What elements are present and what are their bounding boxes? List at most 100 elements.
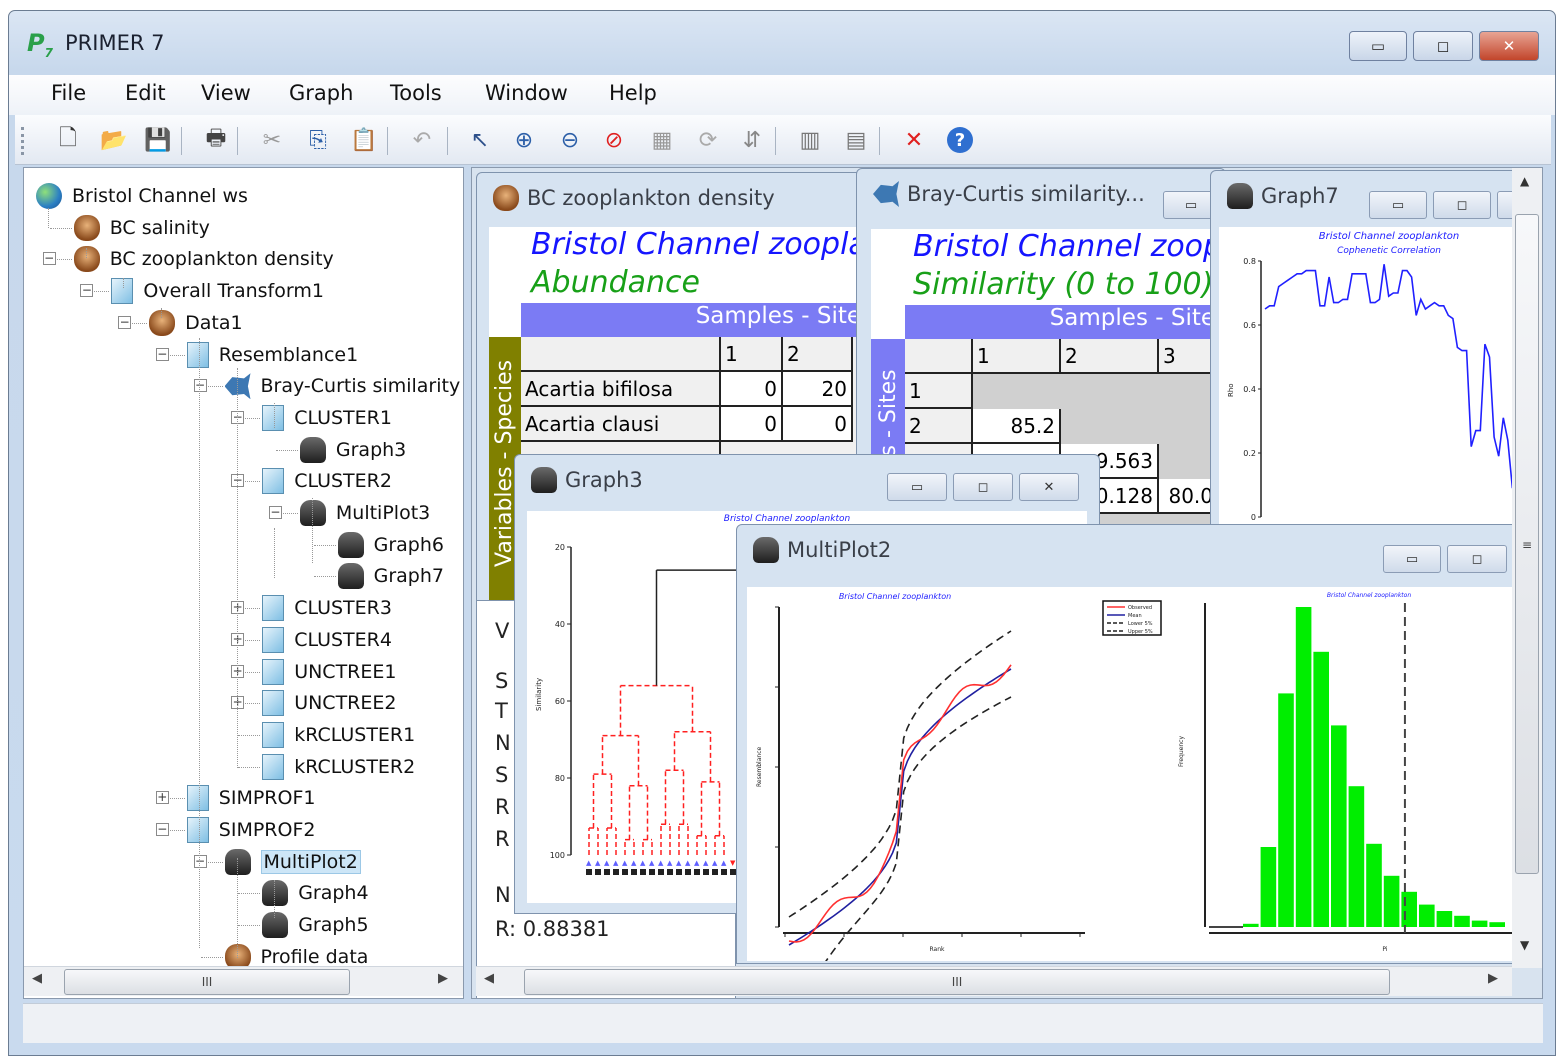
scroll-left-arrow[interactable]: ◀ <box>32 971 42 986</box>
grid-cell[interactable] <box>905 339 973 374</box>
print-button[interactable]: 🖶 <box>199 123 233 157</box>
zoom-in-button[interactable]: ⊕ <box>507 123 541 157</box>
tree-item[interactable]: Graph5 <box>262 910 369 940</box>
tree-item[interactable]: MultiPlot2 <box>224 847 361 877</box>
grid-cell[interactable]: 2 <box>1061 339 1159 374</box>
tree-item[interactable]: MultiPlot3 <box>299 498 430 528</box>
grid-cell[interactable]: 1 <box>721 337 783 372</box>
zoom-out-button[interactable]: ⊖ <box>553 123 587 157</box>
toolbar-grip[interactable] <box>21 127 24 155</box>
rotate-button[interactable]: ⟳ <box>691 123 725 157</box>
variable-stats-button[interactable]: ▤ <box>839 123 873 157</box>
expand-icon[interactable]: + <box>231 632 245 646</box>
grid-cell[interactable]: 20 <box>783 372 853 407</box>
menu-window[interactable]: Window <box>485 81 568 105</box>
pointer-button[interactable]: ↖ <box>463 123 497 157</box>
save-button[interactable]: 💾 <box>141 123 175 157</box>
scroll-right-arrow[interactable]: ▶ <box>1488 971 1498 986</box>
close-button[interactable]: ✕ <box>1479 31 1539 61</box>
tree-item[interactable]: Graph6 <box>337 530 444 560</box>
undo-button[interactable]: ↶ <box>405 123 439 157</box>
minimize-button[interactable]: ▭ <box>1349 31 1407 61</box>
sample-stats-button[interactable]: ▥ <box>793 123 827 157</box>
collapse-icon[interactable]: − <box>42 252 56 266</box>
select-area-button[interactable]: ▦ <box>645 123 679 157</box>
close-button[interactable]: ✕ <box>1019 473 1079 501</box>
maximize-button[interactable]: ◻ <box>953 473 1013 501</box>
grid-cell[interactable]: 0 <box>721 372 783 407</box>
menu-view[interactable]: View <box>201 81 251 105</box>
grid-cell[interactable]: 2 <box>783 337 853 372</box>
tree-item[interactable]: UNCTREE1 <box>262 657 396 687</box>
expand-icon[interactable]: + <box>231 664 245 678</box>
tree-item[interactable]: SIMPROF2 <box>186 815 316 845</box>
expand-icon[interactable]: + <box>155 791 169 805</box>
help-button[interactable]: ? <box>943 123 977 157</box>
collapse-icon[interactable]: − <box>231 474 245 488</box>
tree-item[interactable]: BC zooplankton density <box>73 244 334 274</box>
tree-item[interactable]: CLUSTER3 <box>262 593 392 623</box>
grid-cell[interactable] <box>521 337 721 372</box>
tree-item[interactable]: Overall Transform1 <box>111 276 324 306</box>
menu-tools[interactable]: Tools <box>390 81 442 105</box>
tree-item[interactable]: Data1 <box>149 308 243 338</box>
zoom-reset-button[interactable]: ⊘ <box>597 123 631 157</box>
collapse-icon[interactable]: − <box>155 823 169 836</box>
scroll-thumb[interactable]: III <box>64 969 350 995</box>
scroll-left-arrow[interactable]: ◀ <box>484 971 494 986</box>
scroll-right-arrow[interactable]: ▶ <box>438 971 448 986</box>
collapse-icon[interactable]: − <box>268 506 282 519</box>
tree-item[interactable]: Graph3 <box>299 435 406 465</box>
tree-item[interactable]: Resemblance1 <box>186 340 358 370</box>
grid-cell[interactable]: Acartia clausi <box>521 407 721 442</box>
mdi-horizontal-scrollbar[interactable]: ◀ III ▶ <box>476 966 1512 996</box>
maximize-button[interactable]: ◻ <box>1413 31 1473 61</box>
open-button[interactable]: 📂 <box>97 123 131 157</box>
tree-item[interactable]: Bray-Curtis similarity <box>224 371 460 401</box>
scroll-up-arrow[interactable]: ▲ <box>1520 174 1529 188</box>
tree-item[interactable]: Bristol Channel ws <box>36 181 248 211</box>
grid-cell[interactable]: 85.2 <box>973 409 1061 444</box>
menu-edit[interactable]: Edit <box>125 81 166 105</box>
menu-help[interactable]: Help <box>609 81 657 105</box>
menu-graph[interactable]: Graph <box>289 81 353 105</box>
tree-item[interactable]: kRCLUSTER1 <box>262 720 415 750</box>
mdi-vertical-scrollbar[interactable]: ▲ ≡ ▼ <box>1512 168 1542 968</box>
scroll-thumb[interactable]: III <box>524 969 1390 995</box>
collapse-icon[interactable]: − <box>193 854 207 868</box>
grid-cell[interactable]: 1 <box>973 339 1061 374</box>
expand-icon[interactable]: + <box>231 601 245 615</box>
minimize-button[interactable]: ▭ <box>1383 545 1441 573</box>
scroll-thumb[interactable]: ≡ <box>1515 214 1539 874</box>
tree-item[interactable]: CLUSTER1 <box>262 403 392 433</box>
grid-cell[interactable]: 2 <box>905 409 973 444</box>
minimize-button[interactable]: ▭ <box>1369 191 1427 219</box>
maximize-button[interactable]: ◻ <box>1447 545 1507 573</box>
grid-cell[interactable]: Acartia bifilosa <box>521 372 721 407</box>
cut-button[interactable]: ✂ <box>255 123 289 157</box>
copy-button[interactable]: ⎘ <box>301 123 335 157</box>
maximize-button[interactable]: ◻ <box>1433 191 1491 219</box>
tree-item[interactable]: UNCTREE2 <box>262 688 396 718</box>
expand-icon[interactable]: + <box>231 696 245 710</box>
tree-item[interactable]: CLUSTER4 <box>262 625 392 655</box>
tree-item[interactable]: CLUSTER2 <box>262 466 392 496</box>
tree-item[interactable]: BC salinity <box>73 213 210 243</box>
tree-item[interactable]: Graph7 <box>337 561 444 591</box>
minimize-button[interactable]: ▭ <box>887 473 947 501</box>
collapse-icon[interactable]: − <box>80 284 94 298</box>
tree-item[interactable]: SIMPROF1 <box>186 783 316 813</box>
collapse-icon[interactable]: − <box>155 347 169 361</box>
menu-file[interactable]: File <box>51 81 86 105</box>
new-button[interactable]: 🗋 <box>51 123 85 157</box>
tree-horizontal-scrollbar[interactable]: ◀ III ▶ <box>24 966 463 996</box>
delete-button[interactable]: ✕ <box>897 123 931 157</box>
tree-item[interactable]: kRCLUSTER2 <box>262 752 415 782</box>
grid-cell[interactable]: 0 <box>783 407 853 442</box>
collapse-icon[interactable]: − <box>193 379 207 393</box>
tree-item[interactable]: Profile data <box>224 942 368 966</box>
grid-cell[interactable]: 0 <box>721 407 783 442</box>
scroll-down-arrow[interactable]: ▼ <box>1520 938 1529 952</box>
tree-item[interactable]: Graph4 <box>262 878 369 908</box>
graph7-window[interactable]: Graph7 ▭ ◻ Bristol Channel zooplankton Co… <box>1210 170 1520 528</box>
